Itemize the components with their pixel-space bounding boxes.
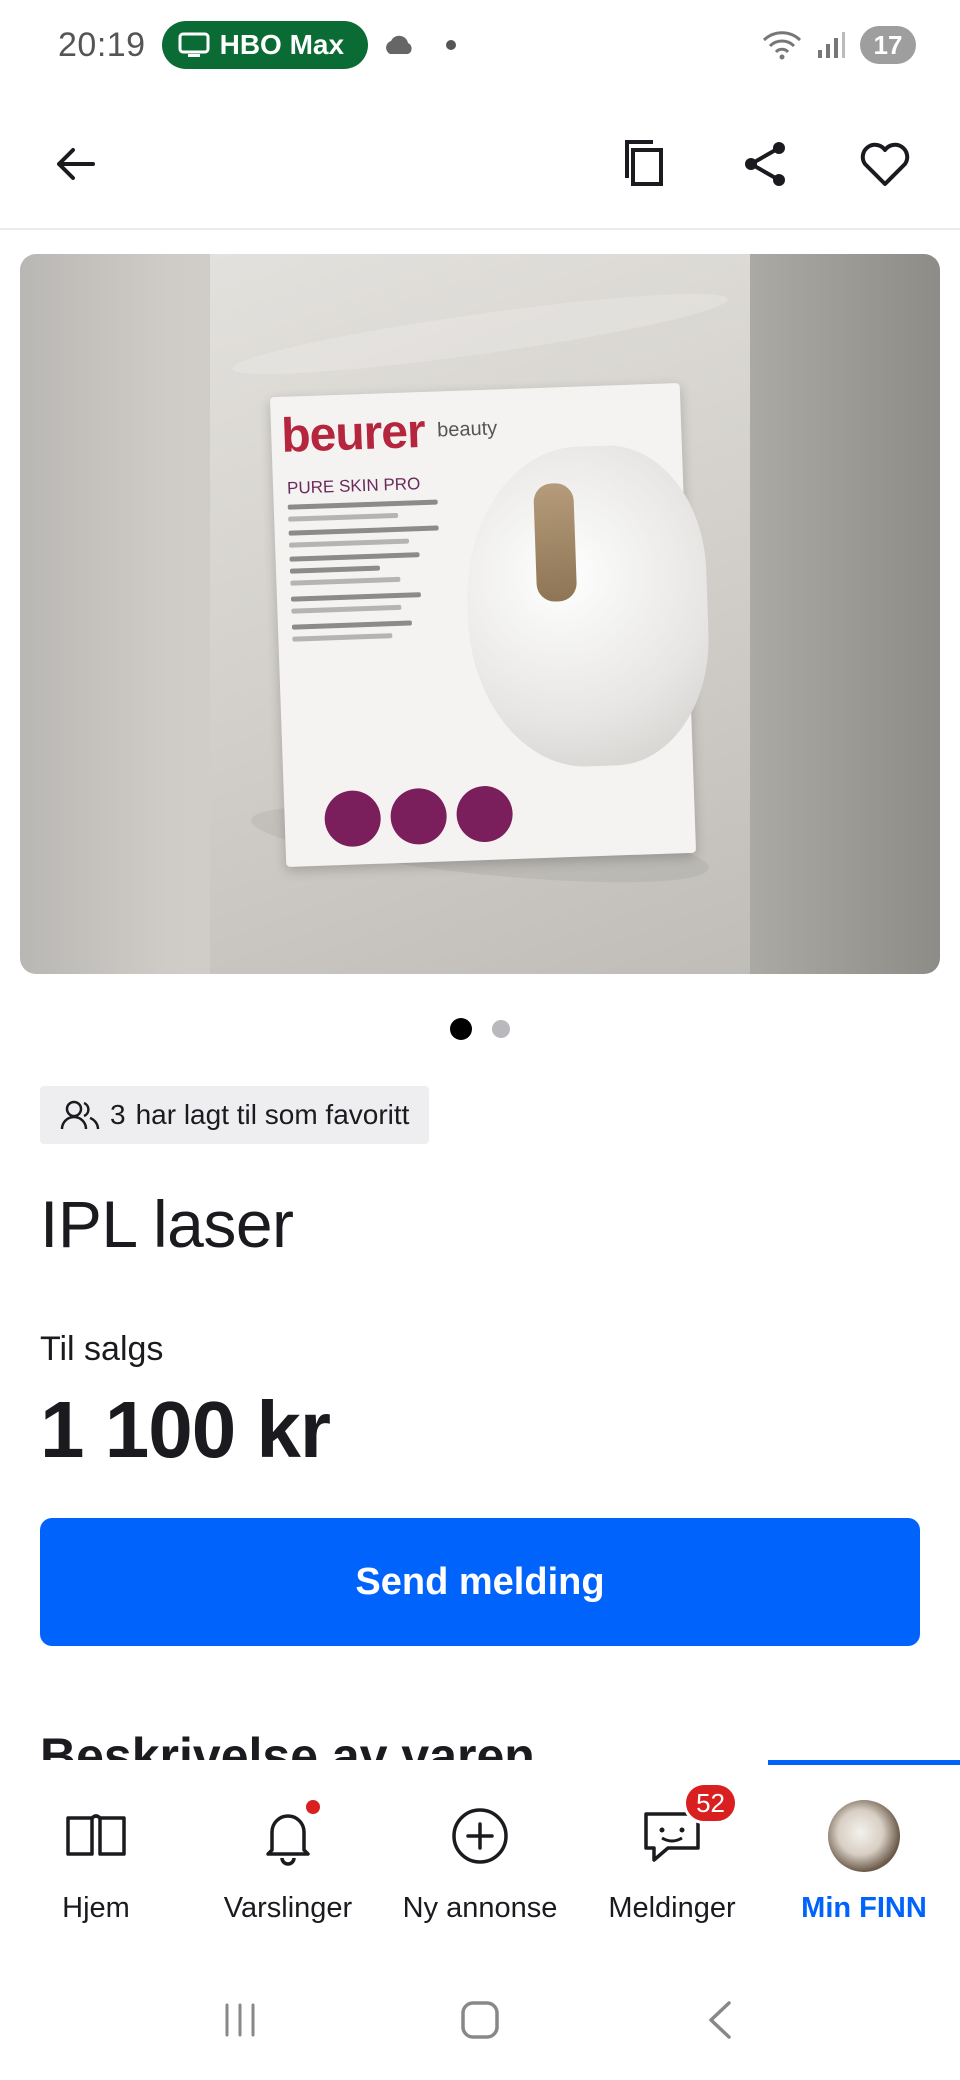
hbo-max-label: HBO Max	[219, 29, 345, 60]
heart-icon	[860, 142, 910, 186]
tab-messages-label: Meldinger	[608, 1892, 736, 1924]
description-heading: Beskrivelse av varen	[40, 1728, 535, 1764]
image-pagination	[0, 1018, 960, 1040]
favorites-text: har lagt til som favoritt	[135, 1099, 410, 1130]
page-dot-active[interactable]	[450, 1018, 472, 1040]
avatar	[828, 1800, 900, 1872]
arrow-left-icon	[57, 148, 95, 180]
notification-dot	[446, 40, 457, 50]
brand-logo: beurer	[280, 404, 426, 463]
send-message-button[interactable]: Send melding	[40, 1518, 920, 1646]
favorite-button[interactable]	[850, 129, 920, 199]
back-button[interactable]	[40, 129, 110, 199]
tab-new-listing-label: Ny annonse	[402, 1892, 558, 1924]
cloud-icon	[386, 35, 412, 54]
sale-type-label: Til salgs	[40, 1330, 164, 1368]
tab-notifications[interactable]: Varslinger	[192, 1760, 384, 1950]
listing-photo: beurer beauty PURE SKIN PRO	[210, 254, 750, 974]
page-dot[interactable]	[492, 1020, 510, 1038]
tab-messages[interactable]: 52 Meldinger	[576, 1760, 768, 1950]
price: 1 100 kr	[40, 1385, 331, 1474]
tab-my-finn-label: Min FINN	[801, 1892, 927, 1924]
tab-new-listing[interactable]: Ny annonse	[384, 1760, 576, 1950]
tab-home-label: Hjem	[62, 1892, 130, 1924]
share-icon	[745, 142, 785, 186]
notification-badge-dot	[304, 1798, 322, 1816]
battery-indicator: 17	[860, 26, 916, 64]
hbo-max-pill[interactable]: HBO Max	[161, 21, 369, 69]
wifi-icon	[762, 31, 802, 60]
home-icon[interactable]	[455, 1995, 505, 2045]
favorites-count: 3	[110, 1099, 126, 1130]
copy-icon	[625, 140, 663, 186]
top-app-bar	[0, 100, 960, 230]
tab-home[interactable]: Hjem	[0, 1760, 192, 1950]
messages-count-badge: 52	[683, 1782, 738, 1824]
favorites-count-chip: 3 har lagt til som favoritt	[40, 1086, 430, 1144]
recent-apps-icon[interactable]	[215, 1995, 265, 2045]
device-image	[461, 442, 713, 771]
system-navigation-bar	[0, 1960, 960, 2080]
image-gallery[interactable]: beurer beauty PURE SKIN PRO	[20, 254, 940, 974]
status-time: 20:19	[58, 25, 146, 64]
tab-my-finn[interactable]: Min FINN	[768, 1760, 960, 1950]
back-nav-icon[interactable]	[695, 1995, 745, 2045]
book-icon	[66, 1814, 126, 1856]
plus-circle-icon	[452, 1808, 508, 1864]
people-icon	[60, 1100, 100, 1130]
share-button[interactable]	[730, 129, 800, 199]
listing-title: IPL laser	[40, 1187, 294, 1261]
copy-button[interactable]	[610, 129, 680, 199]
status-bar: 20:19 HBO Max 17	[0, 0, 960, 90]
bottom-tab-bar: Hjem Varslinger Ny annonse 52 Meldinger …	[0, 1760, 960, 1950]
signal-icon	[818, 32, 845, 58]
tv-icon	[178, 32, 210, 57]
tab-notifications-label: Varslinger	[223, 1892, 353, 1924]
product-box-image: beurer beauty PURE SKIN PRO	[269, 382, 713, 868]
